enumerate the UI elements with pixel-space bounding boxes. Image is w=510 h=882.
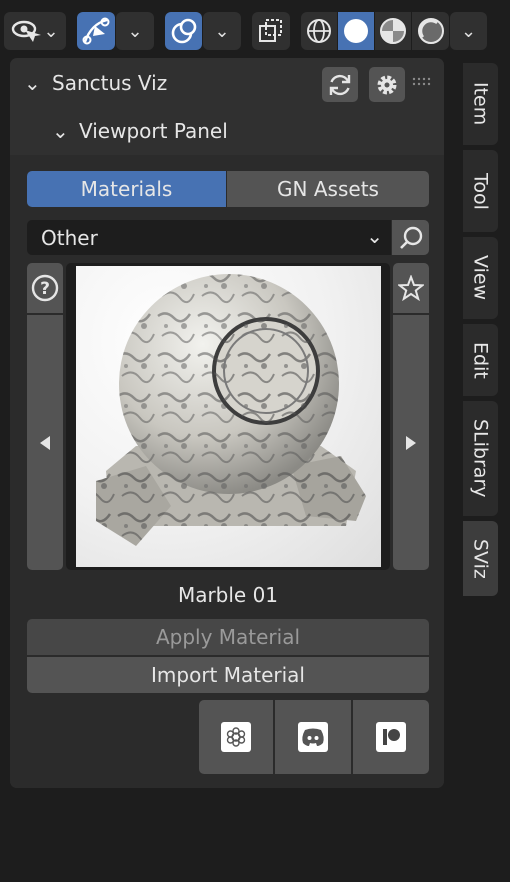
chevron-down-icon: ⌄ — [460, 20, 477, 42]
xray-toggle[interactable] — [252, 12, 290, 50]
drag-handle-icon[interactable] — [411, 77, 433, 87]
gear-icon — [374, 72, 400, 98]
chevron-down-icon: ⌄ — [366, 224, 383, 248]
star-icon — [398, 275, 424, 301]
favorite-button[interactable] — [393, 263, 429, 313]
category-value: Other — [41, 226, 98, 250]
sanctus-logo-icon — [221, 722, 251, 752]
discord-icon — [298, 722, 328, 752]
previous-button[interactable] — [27, 315, 63, 570]
overlay-icon — [170, 17, 198, 45]
gizmo-toggle[interactable] — [77, 12, 115, 50]
refresh-button[interactable] — [322, 67, 358, 102]
next-button[interactable] — [393, 315, 429, 570]
rendered-shading-icon — [417, 17, 445, 45]
wireframe-shading-icon — [305, 17, 333, 45]
arrow-right-icon — [404, 435, 418, 451]
chevron-down-icon: ⌄ — [52, 119, 69, 143]
material-shading-icon — [379, 17, 407, 45]
tab-tool[interactable]: Tool — [463, 150, 498, 232]
tab-label: Item — [469, 82, 492, 126]
website-link-button[interactable] — [199, 700, 273, 774]
tab-label: View — [469, 255, 492, 301]
apply-material-label: Apply Material — [155, 625, 301, 649]
solid-shading-button[interactable] — [338, 12, 374, 50]
svg-text:?: ? — [40, 279, 50, 299]
tab-gn-assets[interactable]: GN Assets — [227, 171, 429, 207]
search-button[interactable] — [392, 220, 429, 255]
overlay-dropdown[interactable]: ⌄ — [203, 12, 241, 50]
refresh-icon — [327, 72, 353, 98]
search-icon — [398, 225, 424, 251]
tab-item[interactable]: Item — [463, 63, 498, 145]
tab-label: SLibrary — [469, 419, 492, 498]
wireframe-shading-button[interactable] — [301, 12, 337, 50]
material-name: Marble 01 — [177, 583, 279, 607]
chevron-down-icon: ⌄ — [214, 20, 230, 42]
xray-icon — [258, 18, 284, 44]
gizmo-dropdown[interactable]: ⌄ — [116, 12, 154, 50]
tab-edit[interactable]: Edit — [463, 324, 498, 396]
tab-slibrary[interactable]: SLibrary — [463, 401, 498, 516]
discord-link-button[interactable] — [275, 700, 351, 774]
subpanel-header[interactable]: ⌄ Viewport Panel — [10, 108, 444, 155]
overlay-toggle[interactable] — [165, 12, 202, 50]
solid-shading-icon — [342, 17, 370, 45]
apply-material-button[interactable]: Apply Material — [27, 619, 429, 655]
tab-materials-label: Materials — [80, 177, 173, 201]
tab-view[interactable]: View — [463, 237, 498, 319]
tab-label: Edit — [469, 341, 492, 379]
chevron-down-icon: ⌄ — [127, 20, 143, 42]
subpanel-title: Viewport Panel — [79, 119, 228, 143]
panel-title: Sanctus Viz — [52, 71, 168, 95]
help-button[interactable]: ? — [27, 263, 63, 313]
gizmo-icon — [81, 16, 111, 46]
tab-gn-assets-label: GN Assets — [277, 177, 379, 201]
tab-materials[interactable]: Materials — [27, 171, 226, 207]
visibility-eye-icon — [11, 18, 42, 44]
visibility-dropdown[interactable]: ⌄ — [4, 12, 66, 50]
import-material-button[interactable]: Import Material — [27, 657, 429, 693]
material-shading-button[interactable] — [375, 12, 411, 50]
tab-sviz[interactable]: SViz — [463, 521, 498, 596]
category-dropdown[interactable]: Other ⌄ — [27, 220, 391, 255]
arrow-left-icon — [38, 435, 52, 451]
tab-label: Tool — [469, 172, 492, 210]
chevron-down-icon: ⌄ — [43, 20, 59, 42]
question-icon: ? — [31, 274, 59, 302]
tab-label: SViz — [469, 538, 492, 579]
shading-dropdown[interactable]: ⌄ — [450, 12, 487, 50]
material-preview-image[interactable] — [76, 266, 381, 567]
rendered-shading-button[interactable] — [412, 12, 449, 50]
settings-button[interactable] — [369, 67, 405, 102]
patreon-link-button[interactable] — [353, 700, 429, 774]
chevron-down-icon: ⌄ — [24, 71, 41, 95]
import-material-label: Import Material — [151, 663, 305, 687]
patreon-icon — [376, 722, 406, 752]
